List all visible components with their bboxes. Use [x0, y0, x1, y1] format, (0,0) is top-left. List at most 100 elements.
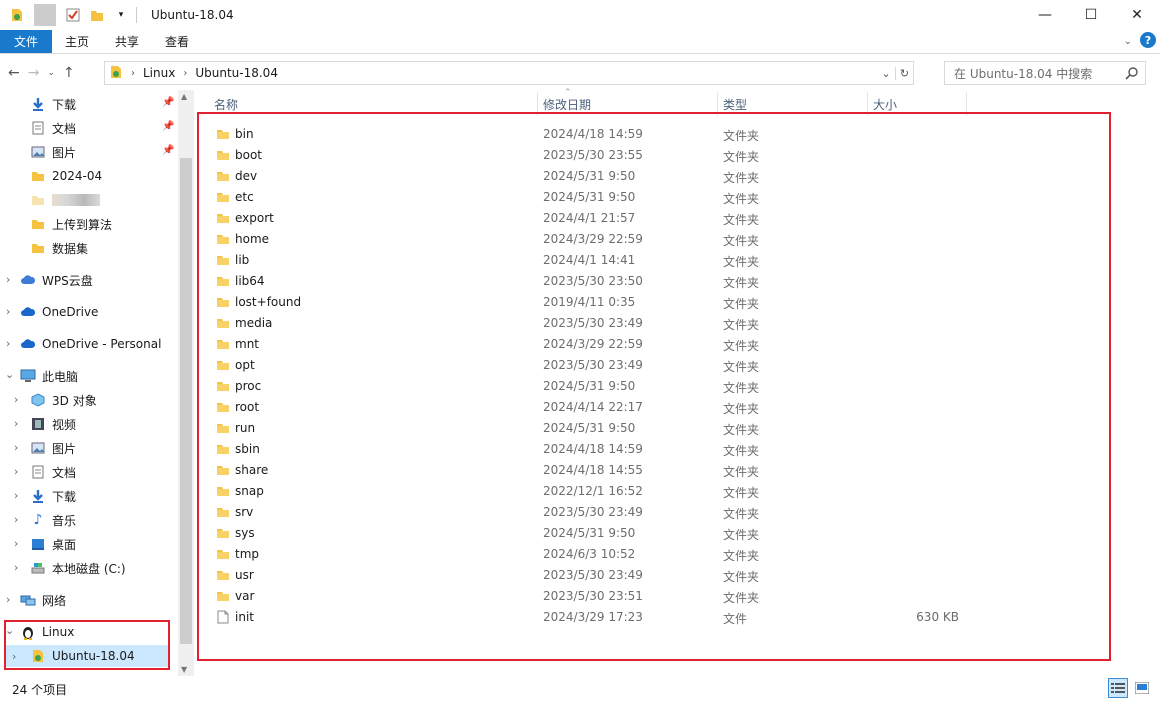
expand-chevron-icon[interactable]: ›: [14, 537, 24, 550]
expand-chevron-icon[interactable]: ›: [14, 393, 24, 406]
refresh-icon[interactable]: ↻: [895, 66, 913, 80]
nav-item-pictures-pinned[interactable]: 图片 📌: [30, 141, 176, 163]
scroll-down-arrow-icon[interactable]: ▼: [181, 665, 187, 674]
tab-view[interactable]: 查看: [152, 30, 202, 53]
expand-chevron-icon[interactable]: ›: [14, 561, 24, 574]
expand-ribbon-chevron-icon[interactable]: ⌄: [1124, 36, 1132, 47]
document-icon: [30, 464, 46, 480]
nav-item-music[interactable]: ♪ 音乐: [30, 509, 76, 531]
nav-item-3d-objects[interactable]: 3D 对象: [30, 389, 97, 411]
address-bar-actions: ⌄ ↻: [877, 62, 913, 84]
expand-chevron-icon[interactable]: ›: [6, 337, 16, 350]
nav-item-label: OneDrive - Personal: [42, 337, 162, 351]
search-input[interactable]: 在 Ubuntu-18.04 中搜索: [944, 61, 1146, 85]
pin-icon[interactable]: 📌: [162, 121, 174, 132]
folder-icon: [30, 192, 46, 208]
nav-item-local-disk-c[interactable]: 本地磁盘 (C:): [30, 557, 126, 579]
address-bar[interactable]: › Linux › Ubuntu-18.04 ⌄ ↻: [104, 61, 914, 85]
nav-pane-scrollbar[interactable]: ▲ ▼: [178, 90, 194, 676]
expand-chevron-icon[interactable]: ›: [6, 593, 16, 606]
details-view-icon[interactable]: [1108, 678, 1128, 698]
nav-item-dataset[interactable]: 数据集: [30, 237, 88, 259]
breadcrumb-chevron-icon[interactable]: ›: [131, 68, 135, 79]
nav-item-label: 下载: [52, 97, 77, 112]
blurred-label: [52, 194, 100, 206]
nav-item-downloads[interactable]: 下载: [30, 485, 76, 507]
highlight-box-nav: [4, 620, 170, 670]
pin-icon[interactable]: 📌: [162, 97, 174, 108]
recent-locations-chevron-icon[interactable]: ⌄: [47, 68, 55, 78]
nav-item-onedrive-personal[interactable]: OneDrive - Personal: [20, 333, 161, 355]
view-toggles: [1108, 678, 1152, 698]
nav-item-label: 音乐: [52, 513, 77, 528]
highlight-box-files: [197, 112, 1111, 661]
forward-arrow-icon[interactable]: →: [28, 65, 40, 81]
expand-chevron-icon[interactable]: ›: [14, 489, 24, 502]
nav-item-wps-cloud[interactable]: WPS云盘: [20, 269, 93, 291]
nav-item-2024-04[interactable]: 2024-04: [30, 165, 102, 187]
expand-chevron-icon[interactable]: ›: [14, 441, 24, 454]
nav-item-label: 上传到算法: [52, 217, 113, 232]
nav-item-label: 下载: [52, 489, 77, 504]
nav-item-onedrive[interactable]: OneDrive: [20, 301, 98, 323]
nav-item-label: 桌面: [52, 537, 77, 552]
new-folder-icon[interactable]: [86, 4, 108, 26]
scroll-up-arrow-icon[interactable]: ▲: [181, 92, 187, 101]
window-controls: — ☐ ✕: [1022, 0, 1160, 30]
nav-item-desktop[interactable]: 桌面: [30, 533, 76, 555]
close-button[interactable]: ✕: [1114, 0, 1160, 30]
music-note-icon: ♪: [33, 512, 43, 528]
tab-home[interactable]: 主页: [52, 30, 102, 53]
column-header-name[interactable]: 名称: [214, 96, 238, 113]
search-icon[interactable]: [1125, 66, 1139, 83]
local-disk-icon: [30, 560, 46, 576]
help-button[interactable]: ?: [1140, 32, 1156, 48]
breadcrumb-linux[interactable]: Linux: [143, 66, 175, 80]
download-arrow-icon: [30, 96, 46, 112]
folder-icon: [30, 240, 46, 256]
column-header-modified[interactable]: 修改日期: [543, 96, 591, 113]
nav-item-videos[interactable]: 视频: [30, 413, 76, 435]
expand-chevron-icon[interactable]: ›: [14, 513, 24, 526]
nav-item-label: 文档: [52, 465, 77, 480]
pin-icon[interactable]: 📌: [162, 145, 174, 156]
breadcrumb-ubuntu[interactable]: Ubuntu-18.04: [195, 66, 278, 80]
large-icons-view-icon[interactable]: [1132, 678, 1152, 698]
expand-chevron-icon[interactable]: ›: [14, 417, 24, 430]
onedrive-cloud-icon: [20, 336, 36, 352]
expand-chevron-icon[interactable]: ›: [6, 305, 16, 318]
minimize-button[interactable]: —: [1022, 0, 1068, 30]
nav-item-blurred-folder[interactable]: [30, 189, 100, 211]
scrollbar-thumb[interactable]: [180, 158, 192, 644]
up-arrow-icon[interactable]: ↑: [63, 65, 75, 81]
nav-item-upload-to-algorithm[interactable]: 上传到算法: [30, 213, 112, 235]
nav-item-this-pc[interactable]: 此电脑: [20, 365, 78, 387]
back-arrow-icon[interactable]: ←: [8, 65, 20, 81]
download-arrow-icon: [30, 488, 46, 504]
tab-share[interactable]: 共享: [102, 30, 152, 53]
breadcrumb-chevron-icon[interactable]: ›: [183, 68, 187, 79]
properties-icon[interactable]: [62, 4, 84, 26]
window-title: Ubuntu-18.04: [151, 8, 234, 22]
column-header-type[interactable]: 类型: [723, 96, 747, 113]
expand-chevron-icon[interactable]: ›: [14, 465, 24, 478]
wps-cloud-icon: [20, 272, 36, 288]
separator: [34, 4, 56, 26]
tab-file[interactable]: 文件: [0, 30, 53, 53]
address-dropdown-chevron-icon[interactable]: ⌄: [877, 67, 895, 80]
search-placeholder: 在 Ubuntu-18.04 中搜索: [954, 66, 1093, 81]
nav-item-documents-pinned[interactable]: 文档 📌: [30, 117, 176, 139]
network-icon: [20, 592, 36, 608]
navigation-buttons: ← → ⌄ ↑: [0, 65, 75, 81]
maximize-button[interactable]: ☐: [1068, 0, 1114, 30]
column-header-size[interactable]: 大小: [873, 96, 897, 113]
customize-qat-dropdown-icon[interactable]: ▾: [110, 4, 132, 26]
nav-item-network[interactable]: 网络: [20, 589, 66, 611]
linux-drive-icon[interactable]: [6, 4, 28, 26]
nav-item-documents[interactable]: 文档: [30, 461, 76, 483]
linux-drive-icon: [109, 65, 123, 82]
nav-item-pictures[interactable]: 图片: [30, 437, 76, 459]
expand-chevron-icon[interactable]: ›: [6, 273, 16, 286]
nav-item-downloads-pinned[interactable]: 下载 📌: [30, 93, 176, 115]
collapse-chevron-icon[interactable]: ⌄: [5, 368, 15, 381]
